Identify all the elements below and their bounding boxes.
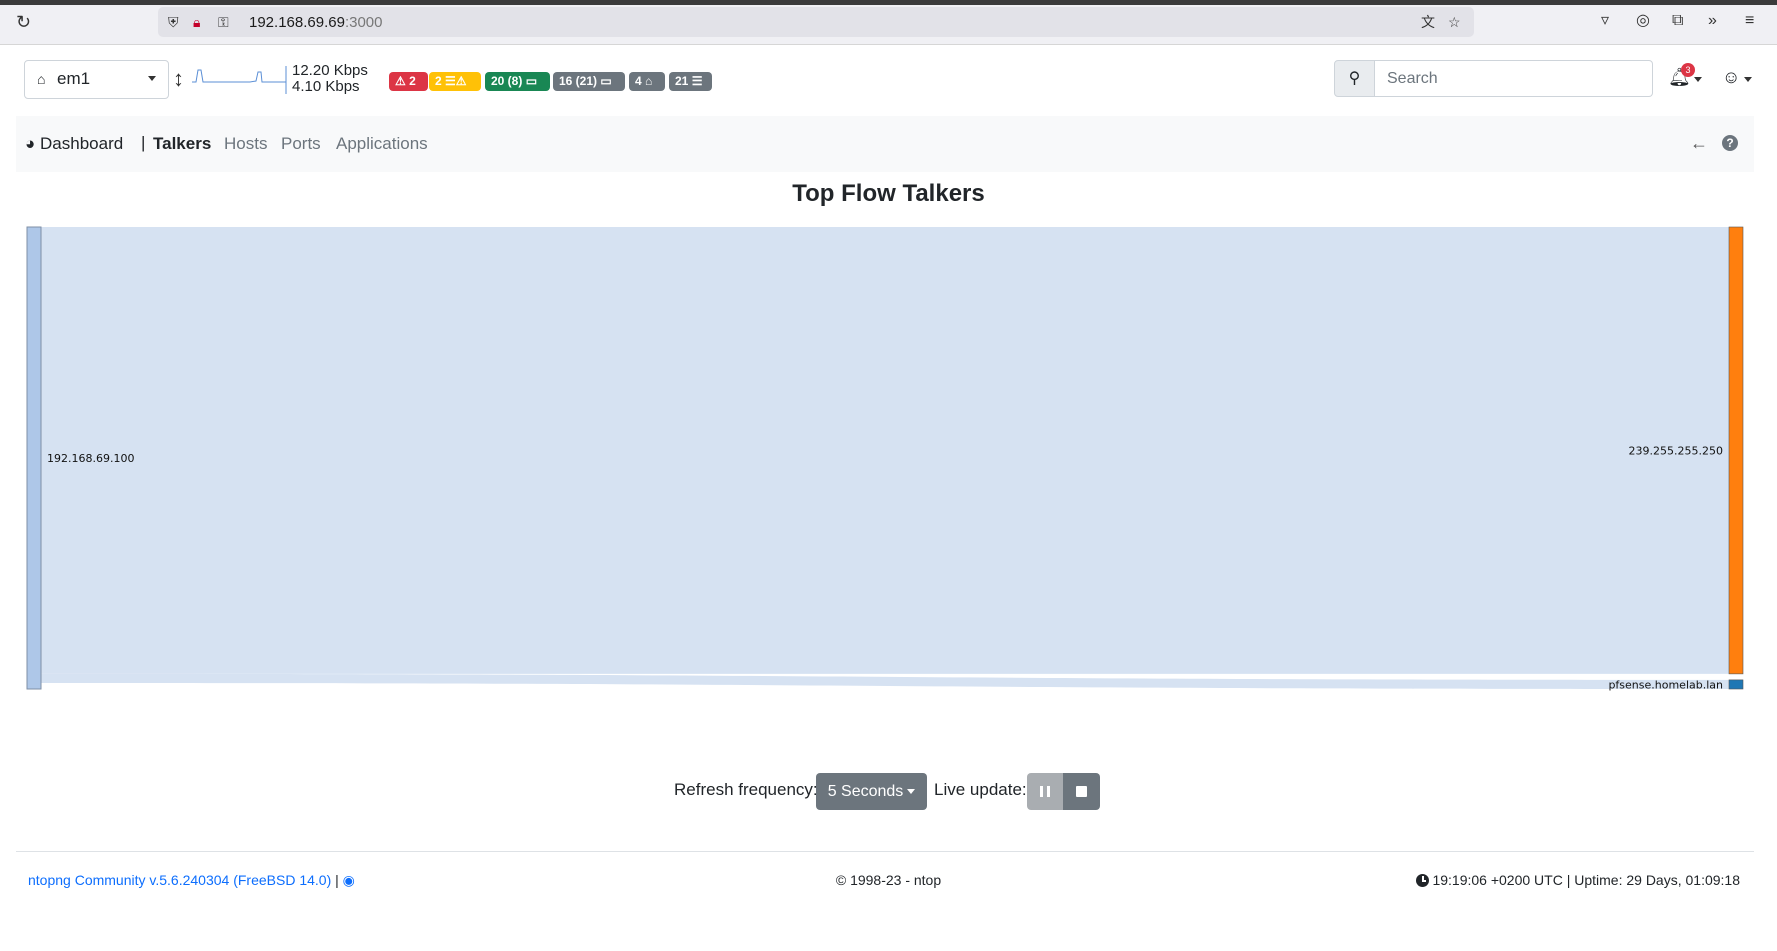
- chevron-down-icon[interactable]: [1694, 77, 1702, 82]
- tab-talkers[interactable]: Talkers: [153, 134, 211, 154]
- notification-count: 3: [1681, 63, 1695, 77]
- local-hosts-badge[interactable]: 20 (8) ▭: [485, 72, 550, 91]
- sankey-chart: 192.168.69.100 239.255.255.250 pfsense.hom…: [26, 226, 1744, 691]
- footer-status-text: 19:19:06 +0200 UTC | Uptime: 29 Days, 01…: [1432, 872, 1740, 888]
- refresh-frequency-label: Refresh frequency:: [674, 780, 818, 799]
- hamburger-menu-icon[interactable]: ≡: [1745, 12, 1754, 30]
- devices-count: 4: [635, 74, 642, 88]
- search-icon[interactable]: ⚲: [1334, 60, 1375, 97]
- chevron-down-icon[interactable]: [1744, 77, 1752, 82]
- nav-dashboard-label: Dashboard: [40, 134, 124, 153]
- bookmark-star-icon[interactable]: ☆: [1448, 14, 1461, 30]
- translate-icon[interactable]: 文: [1421, 14, 1435, 30]
- url-text[interactable]: 192.168.69.69:3000: [249, 14, 382, 31]
- warnings-count: 2: [435, 74, 442, 88]
- traffic-sparkline[interactable]: [190, 64, 290, 98]
- pause-icon-bar: [1040, 786, 1043, 797]
- extensions-icon[interactable]: ⧉: [1672, 12, 1683, 30]
- upload-rate: 12.20 Kbps: [292, 62, 368, 79]
- alerts-count: 2: [409, 74, 416, 88]
- updown-arrows-icon: ↕: [173, 66, 184, 91]
- sankey-node-source[interactable]: [26, 226, 42, 690]
- browser-toolbar: ↻ ⛨ 🔒︎ ⚿ 192.168.69.69:3000 文 ☆ ▿ ◎ ⧉ » …: [0, 0, 1777, 45]
- shield-icon[interactable]: ⛨: [168, 14, 179, 30]
- interface-selector[interactable]: ⌂ em1: [24, 60, 169, 99]
- search-box: ⚲: [1334, 60, 1654, 97]
- key-icon[interactable]: ⚿: [218, 14, 229, 30]
- pocket-icon[interactable]: ▿: [1601, 12, 1609, 30]
- sankey-node-target[interactable]: [1728, 679, 1744, 690]
- tab-ports[interactable]: Ports: [281, 134, 321, 154]
- sankey-node-label: pfsense.homelab.lan: [1608, 678, 1723, 691]
- alerts-badge[interactable]: ⚠ 2: [389, 72, 428, 91]
- router-icon: ⌂: [37, 71, 46, 87]
- pause-button[interactable]: [1027, 773, 1063, 810]
- address-bar[interactable]: ⛨ 🔒︎ ⚿ 192.168.69.69:3000 文 ☆: [158, 7, 1474, 37]
- tab-hosts[interactable]: Hosts: [224, 134, 267, 154]
- sankey-link[interactable]: [41, 673, 1729, 689]
- sankey-link[interactable]: [41, 227, 1729, 674]
- search-input[interactable]: [1375, 60, 1653, 97]
- nav-separator: |: [141, 133, 146, 152]
- reload-icon[interactable]: ↻: [16, 13, 34, 31]
- overflow-chevrons-icon[interactable]: »: [1708, 12, 1717, 30]
- live-update-label: Live update:: [934, 780, 1027, 799]
- help-icon[interactable]: ?: [1722, 135, 1738, 151]
- chevron-down-icon: [907, 789, 916, 795]
- account-icon[interactable]: ◎: [1636, 12, 1650, 30]
- user-icon[interactable]: ☺: [1722, 67, 1740, 88]
- refresh-frequency-dropdown[interactable]: 5 Seconds: [816, 773, 927, 810]
- devices-badge[interactable]: 4 ⌂: [629, 72, 665, 91]
- browser-top-edge: [0, 0, 1777, 5]
- clock-icon: [1416, 874, 1430, 887]
- remote-hosts-count: 16 (21): [559, 74, 598, 88]
- download-rate: 4.10 Kbps: [292, 78, 360, 95]
- warnings-badge[interactable]: 2 ☰⚠: [429, 72, 481, 91]
- lock-insecure-icon[interactable]: 🔒︎: [193, 14, 200, 30]
- page-subnav: ◕ Dashboard | Talkers Hosts Ports Applic…: [16, 116, 1754, 172]
- tab-applications[interactable]: Applications: [336, 134, 428, 154]
- footer-status: 19:19:06 +0200 UTC | Uptime: 29 Days, 01…: [1416, 872, 1740, 888]
- sankey-node-label: 192.168.69.100: [47, 452, 134, 465]
- stop-icon: [1076, 786, 1087, 797]
- nav-dashboard[interactable]: ◕ Dashboard: [25, 134, 123, 154]
- pause-icon-bar: [1047, 786, 1050, 797]
- remote-hosts-badge[interactable]: 16 (21) ▭: [553, 72, 625, 91]
- footer-divider: [16, 851, 1754, 852]
- interface-name: em1: [57, 69, 91, 88]
- refresh-frequency-value: 5 Seconds: [827, 783, 904, 800]
- back-arrow-icon[interactable]: ←: [1690, 133, 1708, 154]
- stop-button[interactable]: [1063, 773, 1100, 810]
- chevron-down-icon: [148, 76, 156, 81]
- dashboard-gauge-icon: ◕: [25, 134, 36, 153]
- flows-count: 21: [675, 74, 689, 88]
- sankey-node-label: 239.255.255.250: [1629, 444, 1723, 457]
- local-hosts-count: 20 (8): [491, 74, 523, 88]
- flows-badge[interactable]: 21 ☰: [669, 72, 712, 91]
- sankey-node-target[interactable]: [1728, 226, 1744, 675]
- chart-title: Top Flow Talkers: [792, 180, 985, 207]
